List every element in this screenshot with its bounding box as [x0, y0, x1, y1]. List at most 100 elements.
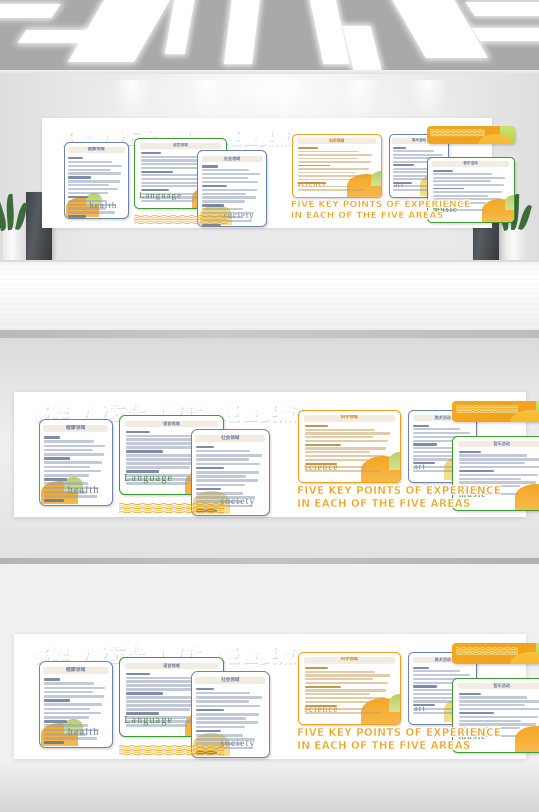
text-line: [298, 161, 371, 163]
text-line: [393, 164, 415, 167]
domain-card-health[interactable]: 健康领域 health: [38, 660, 113, 749]
card-header-society: 社会领域: [195, 434, 266, 442]
text-line: [126, 430, 150, 433]
text-line: [43, 461, 103, 464]
text-line: [43, 452, 104, 456]
text-line: [196, 445, 214, 449]
text-line: [126, 442, 196, 445]
text-line: [126, 676, 198, 679]
text-line: [458, 466, 539, 469]
domain-card-health[interactable]: 健康领域 health: [38, 418, 113, 507]
domain-card-health[interactable]: 健康领域 health: [63, 141, 129, 219]
text-line: [393, 153, 443, 156]
room-mockup-scene: 各年龄段五大领域关键经验要点健康领域health语言领域Language社会领域…: [0, 0, 539, 330]
card-english-label-science: science: [297, 179, 328, 189]
card-english-label-health: health: [67, 727, 100, 739]
text-line: [458, 481, 537, 484]
potted-plant-left: [0, 193, 28, 262]
text-line: [298, 189, 365, 191]
wave-decoration: [430, 129, 485, 137]
text-line: [43, 716, 90, 719]
domain-card-science[interactable]: 科学领域 science: [298, 652, 401, 725]
text-line: [305, 685, 342, 688]
text-line: [68, 164, 122, 167]
text-line: [196, 487, 221, 491]
text-line: [196, 687, 214, 691]
slogan-line-2: IN EACH OF THE FIVE AREAS: [290, 211, 444, 222]
text-line: [43, 474, 90, 477]
card-english-label-society: society: [220, 737, 256, 749]
text-line: [413, 700, 456, 703]
text-line: [202, 184, 227, 188]
slogan-line-2: IN EACH OF THE FIVE AREAS: [297, 740, 471, 753]
text-line: [43, 444, 105, 448]
text-line: [196, 721, 258, 724]
english-slogan: FIVE KEY POINTS OF EXPERIENCE IN EACH OF …: [297, 485, 501, 511]
text-line: [196, 691, 251, 695]
text-line: [393, 150, 434, 153]
text-line: [68, 195, 89, 199]
text-line: [68, 160, 113, 164]
text-line: [43, 448, 93, 452]
card-header-language: 语言领域: [125, 420, 218, 427]
text-line: [43, 741, 64, 744]
orange-banner-decoration[interactable]: [451, 643, 539, 664]
card-english-label-art: art: [414, 704, 426, 714]
card-english-label-language: Language: [138, 189, 183, 200]
wave-decoration: [455, 646, 518, 655]
text-line: [196, 717, 246, 720]
card-english-label-art: art: [414, 462, 426, 472]
ceiling-light-5: [223, 0, 261, 64]
orange-banner-decoration[interactable]: [451, 401, 539, 422]
slogan-line-1: FIVE KEY POINTS OF EXPERIENCE: [290, 199, 471, 210]
text-line: [140, 155, 204, 158]
text-line: [126, 434, 198, 437]
text-line: [432, 169, 453, 172]
domain-card-science[interactable]: 科学领域 science: [291, 133, 382, 198]
text-line: [458, 450, 481, 453]
card-header-health: 健康领域: [67, 146, 125, 154]
wall-poster-board-flat: 各年龄段五大领域关键经验要点 健康领域 health 语言领域 Language 社会领域…: [14, 392, 539, 517]
card-header-music: 音乐活动: [432, 161, 510, 167]
text-line: [196, 483, 245, 487]
orange-wave-ribbon: [118, 744, 224, 755]
card-header-music: 音乐活动: [457, 440, 539, 448]
text-line: [196, 458, 249, 461]
text-line: [43, 469, 102, 473]
ceiling: [0, 0, 539, 72]
poster-content: 各年龄段五大领域关键经验要点健康领域health语言领域Language社会领域…: [42, 118, 515, 228]
text-line: [432, 180, 491, 183]
text-line: [305, 455, 385, 458]
text-line: [68, 215, 86, 218]
card-english-label-language: Language: [124, 715, 174, 727]
text-line: [43, 686, 105, 690]
text-line: [458, 458, 539, 461]
text-line: [196, 462, 261, 466]
text-line: [202, 176, 249, 180]
text-line: [196, 734, 244, 737]
text-line: [196, 700, 249, 703]
text-line: [458, 708, 539, 711]
text-line: [68, 172, 121, 175]
card-header-society: 社会领域: [201, 155, 263, 162]
text-line: [68, 188, 119, 191]
text-line: [458, 692, 481, 695]
text-line: [298, 157, 358, 160]
text-line: [196, 704, 261, 708]
text-line: [458, 719, 522, 722]
orange-banner-decoration[interactable]: [426, 126, 515, 145]
card-english-label-language: Language: [124, 473, 174, 485]
ceiling-light-10: [471, 28, 539, 41]
text-line: [68, 176, 92, 179]
ceiling-light-4: [164, 0, 196, 54]
text-line: [202, 200, 245, 203]
text-line: [458, 477, 522, 480]
domain-card-science[interactable]: 科学领域 science: [298, 410, 401, 483]
text-line: [458, 704, 525, 707]
text-line: [305, 432, 390, 435]
text-line: [126, 700, 193, 703]
text-line: [68, 168, 112, 171]
card-english-label-science: science: [304, 703, 339, 714]
text-line: [305, 697, 385, 700]
text-line: [68, 180, 120, 183]
